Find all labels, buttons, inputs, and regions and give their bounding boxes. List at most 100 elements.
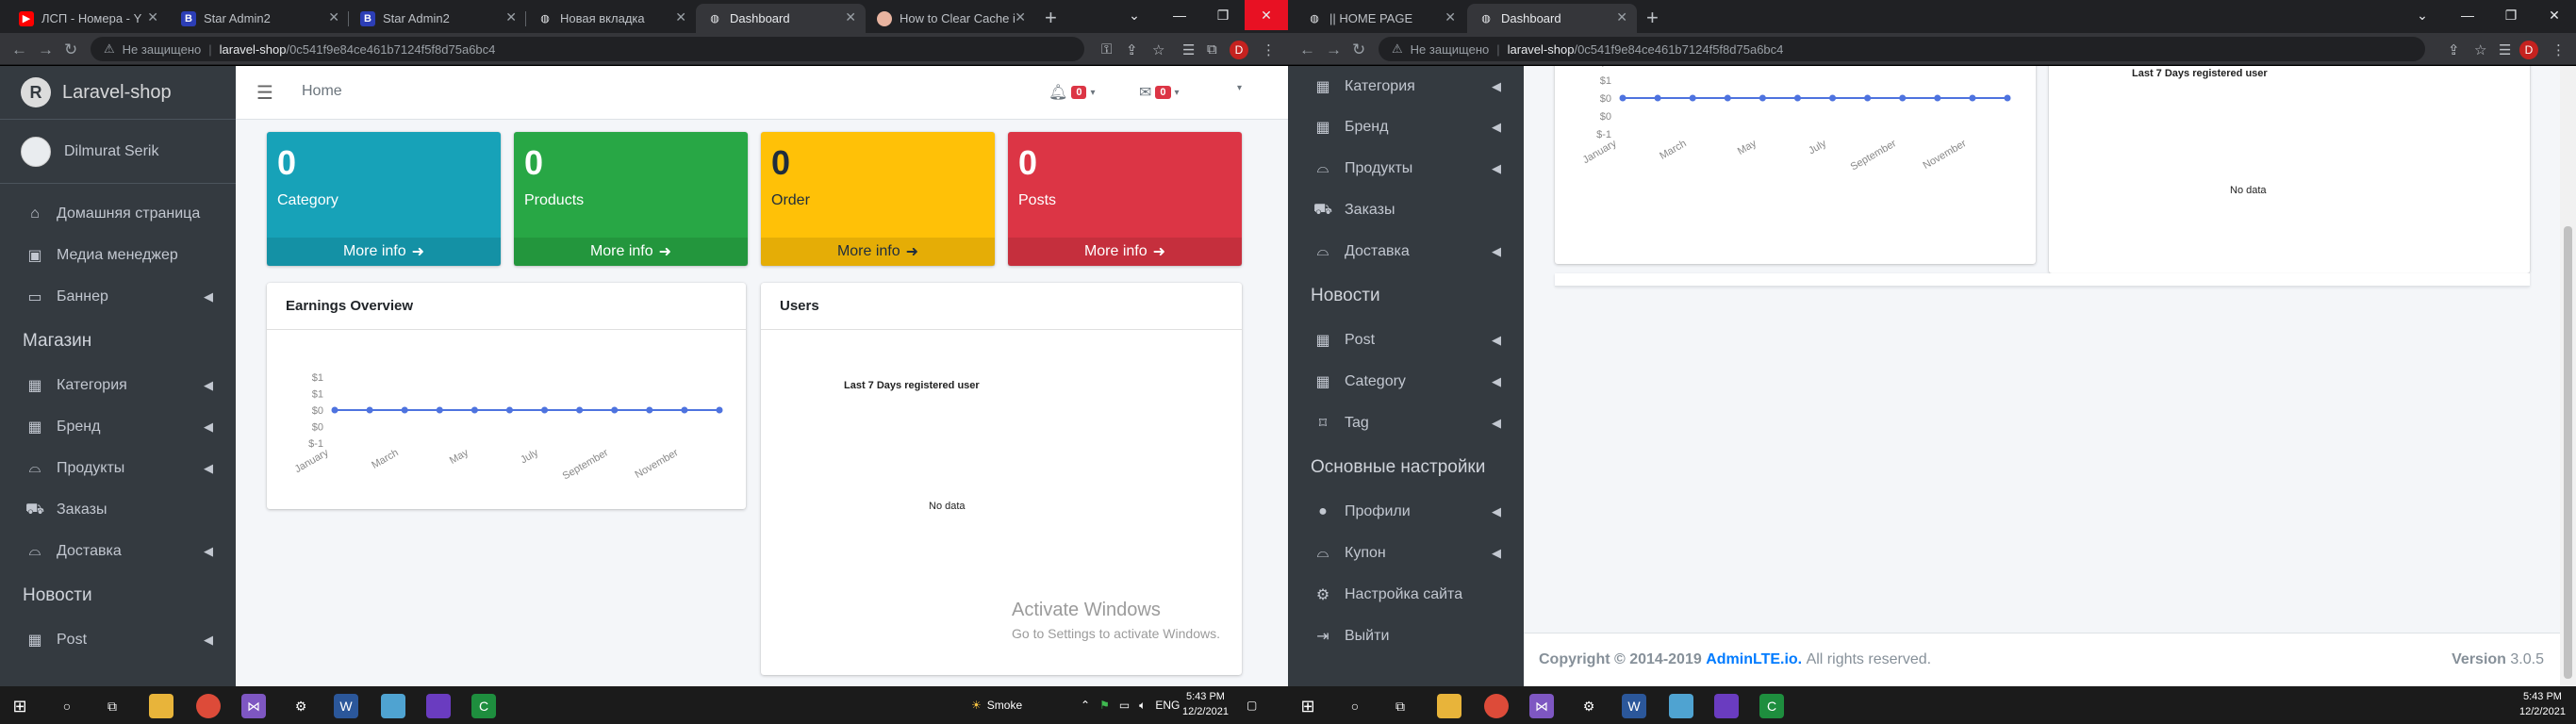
data-point[interactable] (1899, 94, 1907, 102)
data-point[interactable] (1724, 94, 1731, 102)
data-point[interactable] (541, 406, 549, 414)
reading-list-icon[interactable]: ☰ (1182, 41, 1195, 58)
browser-tab[interactable]: ◍ Новая вкладка ✕ (526, 4, 696, 33)
sidebar-item-coupon[interactable]: ⌓ Купон ◀ (1288, 533, 1524, 574)
profile-avatar[interactable]: D (2519, 41, 2538, 59)
restore-icon[interactable]: ❐ (1201, 0, 1245, 30)
user-dropdown[interactable]: ▾ (1237, 83, 1242, 93)
minimize-icon[interactable]: — (1158, 0, 1201, 30)
sidebar-item-logout[interactable]: ⇥ Выйти (1288, 616, 1524, 657)
settings-icon[interactable]: ⚙ (289, 694, 313, 718)
hamburger-icon[interactable]: ☰ (256, 81, 273, 105)
visual-studio-icon[interactable]: ⋈ (241, 694, 266, 718)
sidebar-item-category[interactable]: ▦ Категория ◀ (1288, 66, 1524, 107)
data-point[interactable] (716, 406, 723, 414)
close-window-icon[interactable]: ✕ (2533, 0, 2576, 30)
sidebar-item-category[interactable]: ▦ Категория ◀ (0, 365, 236, 406)
browser-tab[interactable]: ▶ ЛСП - Номера - Y ✕ (8, 4, 168, 33)
browser-tab-active[interactable]: ◍ Dashboard ✕ (696, 4, 866, 33)
sidebar-item-orders[interactable]: ⛟ Заказы (0, 489, 236, 531)
menu-icon[interactable]: ⋮ (2551, 41, 2566, 58)
home-link[interactable]: Home (302, 83, 342, 100)
data-point[interactable] (401, 406, 408, 414)
close-window-icon[interactable]: ✕ (1245, 0, 1288, 30)
close-icon[interactable]: ✕ (147, 9, 158, 25)
notification-center-icon[interactable]: ▢ (1247, 686, 1257, 724)
system-tray[interactable]: ⌃ ⚑ ▭ 🔈︎ ENG (1081, 686, 1180, 724)
minimize-icon[interactable]: — (2446, 0, 2489, 30)
sidebar-item-products[interactable]: ⌓ Продукты ◀ (1288, 148, 1524, 189)
data-point[interactable] (611, 406, 619, 414)
close-icon[interactable]: ✕ (505, 9, 517, 25)
sidebar-item-delivery[interactable]: ⌓ Доставка ◀ (1288, 231, 1524, 272)
phpstorm-icon[interactable] (1714, 694, 1739, 718)
search-icon[interactable]: ○ (55, 694, 79, 718)
chrome-icon[interactable] (196, 694, 221, 718)
data-point[interactable] (1793, 94, 1801, 102)
visual-studio-icon[interactable]: ⋈ (1529, 694, 1554, 718)
chrome-icon[interactable] (1484, 694, 1509, 718)
close-icon[interactable]: ✕ (1015, 9, 1026, 25)
sidebar-item-orders[interactable]: ⛟ Заказы (1288, 189, 1524, 231)
notifications-dropdown[interactable]: 🔔︎ 0 ▾ (1049, 83, 1095, 102)
reading-list-icon[interactable]: ☰ (2499, 41, 2511, 58)
data-point[interactable] (1864, 94, 1872, 102)
sidebar-item-home[interactable]: ⌂ Домашняя страница (0, 193, 236, 235)
close-icon[interactable]: ✕ (328, 9, 339, 25)
extensions-icon[interactable]: ⧉ (1207, 41, 1217, 58)
data-point[interactable] (576, 406, 584, 414)
forward-icon[interactable]: → (1326, 41, 1342, 59)
photos-icon[interactable] (1669, 694, 1693, 718)
new-tab-icon[interactable]: + (1045, 6, 1057, 30)
data-point[interactable] (505, 406, 513, 414)
new-tab-icon[interactable]: + (1646, 6, 1659, 30)
sidebar-item-profiles[interactable]: ● Профили ◀ (1288, 491, 1524, 533)
windows-start-icon[interactable]: ⊞ (1296, 694, 1320, 718)
star-icon[interactable]: ☆ (1152, 41, 1164, 58)
address-bar[interactable]: ⚠ Не защищено | laravel-shop/0c541f9e84c… (1379, 37, 2425, 61)
back-icon[interactable]: ← (11, 41, 27, 59)
task-view-icon[interactable]: ⧉ (1388, 694, 1412, 718)
browser-tab[interactable]: B Star Admin2 ✕ (349, 4, 526, 33)
photos-icon[interactable] (381, 694, 405, 718)
terminal-icon[interactable]: C (1759, 694, 1784, 718)
data-point[interactable] (1759, 94, 1766, 102)
sidebar-item-news-category[interactable]: ▦ Category ◀ (1288, 361, 1524, 403)
data-point[interactable] (366, 406, 373, 414)
browser-tab-active[interactable]: ◍ Dashboard ✕ (1467, 4, 1637, 33)
data-point[interactable] (2004, 94, 2011, 102)
data-point[interactable] (646, 406, 653, 414)
file-explorer-icon[interactable] (1437, 694, 1461, 718)
phpstorm-icon[interactable] (426, 694, 451, 718)
share-icon[interactable]: ⇪ (1126, 41, 1138, 58)
close-icon[interactable]: ✕ (1445, 9, 1456, 25)
tab-search-icon[interactable]: ⌄ (1113, 0, 1156, 30)
browser-tab[interactable]: ◍ || HOME PAGE ✕ (1296, 4, 1465, 33)
data-point[interactable] (1619, 94, 1627, 102)
task-view-icon[interactable]: ⧉ (100, 694, 124, 718)
weather-widget[interactable]: ☀ Smoke (971, 686, 1022, 724)
key-icon[interactable]: ⚿ (1101, 41, 1112, 58)
sidebar-item-media[interactable]: ▣ Медиа менеджер (0, 235, 236, 276)
word-icon[interactable]: W (1622, 694, 1646, 718)
restore-icon[interactable]: ❐ (2489, 0, 2533, 30)
sidebar-item-post[interactable]: ▦ Post ◀ (1288, 320, 1524, 361)
user-panel[interactable]: Dilmurat Serik (0, 120, 236, 184)
profile-avatar[interactable]: D (1230, 41, 1248, 59)
forward-icon[interactable]: → (38, 41, 54, 59)
clock[interactable]: 5:43 PM 12/2/2021 (1182, 689, 1229, 719)
data-point[interactable] (436, 406, 443, 414)
close-icon[interactable]: ✕ (845, 9, 856, 25)
data-point[interactable] (1689, 94, 1696, 102)
scrollbar[interactable] (2560, 66, 2576, 686)
sidebar-item-banner[interactable]: ▭ Баннер ◀ (0, 276, 236, 318)
browser-tab[interactable]: How to Clear Cache i ✕ (866, 4, 1035, 33)
settings-icon[interactable]: ⚙ (1577, 694, 1601, 718)
menu-icon[interactable]: ⋮ (1262, 41, 1276, 58)
sidebar-item-tag[interactable]: ⌑ Tag ◀ (1288, 403, 1524, 444)
file-explorer-icon[interactable] (149, 694, 173, 718)
data-point[interactable] (681, 406, 688, 414)
reload-icon[interactable]: ↻ (1352, 41, 1365, 59)
more-info-link[interactable]: More info ➜ (267, 238, 501, 266)
tab-search-icon[interactable]: ⌄ (2401, 0, 2444, 30)
